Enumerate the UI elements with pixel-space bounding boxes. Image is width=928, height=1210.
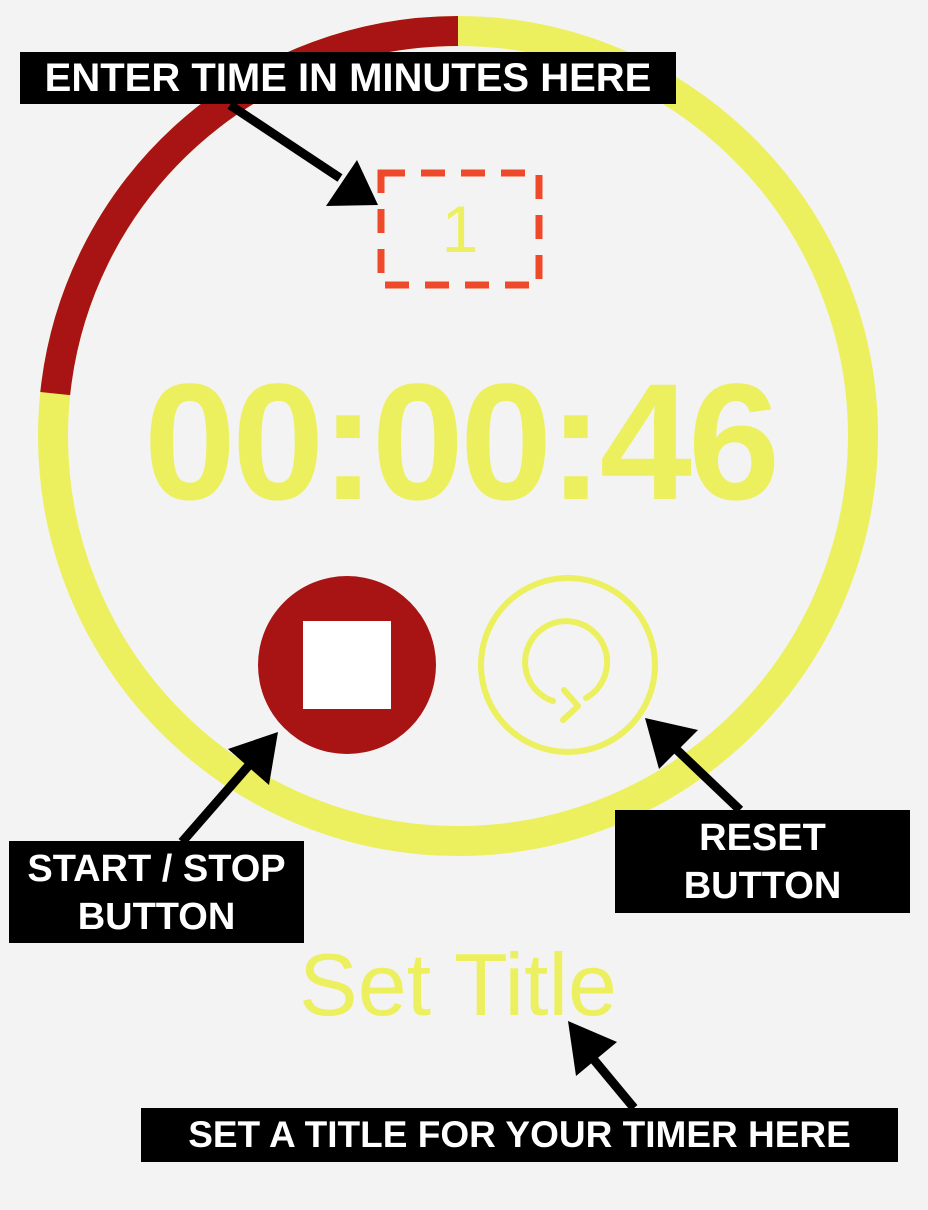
reset-button-ring[interactable] — [478, 575, 658, 755]
stop-icon — [303, 621, 391, 709]
reset-button[interactable] — [478, 575, 658, 755]
reset-icon — [522, 618, 611, 723]
callout-start-stop: START / STOP BUTTON — [9, 841, 304, 943]
arrow-to-minutes-input — [227, 101, 378, 206]
callout-set-title-text: SET A TITLE FOR YOUR TIMER HERE — [188, 1114, 851, 1155]
minutes-input[interactable] — [378, 170, 542, 288]
timer-title-field[interactable]: Set Title — [228, 930, 688, 1040]
callout-reset-line2: BUTTON — [683, 865, 842, 907]
start-stop-button[interactable] — [258, 576, 436, 754]
callout-start-stop-line2: BUTTON — [77, 896, 236, 938]
callout-start-stop-line1: START / STOP — [27, 848, 286, 890]
callout-reset: RESET BUTTON — [615, 810, 910, 913]
timer-app: 00:00:46 Set Title ENTER TIME IN MINUTES… — [0, 0, 928, 1210]
countdown-display: 00:00:46 — [143, 350, 781, 535]
callout-reset-line1: RESET — [699, 817, 826, 859]
callout-set-title: SET A TITLE FOR YOUR TIMER HERE — [141, 1108, 898, 1162]
callout-enter-minutes: ENTER TIME IN MINUTES HERE — [20, 52, 676, 104]
callout-enter-minutes-text: ENTER TIME IN MINUTES HERE — [44, 56, 652, 100]
